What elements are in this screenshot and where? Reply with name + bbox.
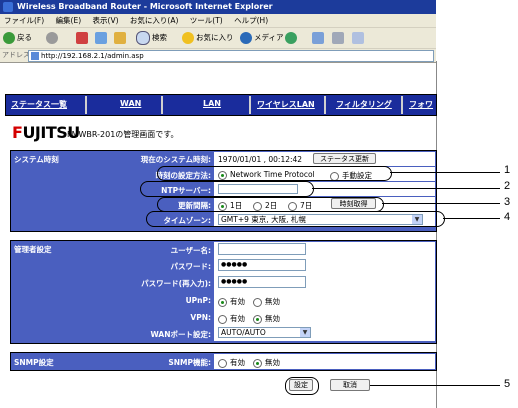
refresh-button[interactable] [95, 31, 109, 45]
menu-file[interactable]: ファイル(F) [4, 16, 44, 25]
nav-wan[interactable]: WAN [120, 99, 141, 108]
callout-oval-3 [157, 197, 384, 212]
callout-line-1 [390, 172, 500, 173]
callout-line-3 [382, 203, 500, 204]
forward-arrow-icon [46, 32, 58, 44]
mail-button[interactable] [312, 31, 326, 45]
snmp-section: SNMP設定 SNMP機能: 有効 無効 [10, 352, 437, 371]
edit-button[interactable] [352, 31, 366, 45]
nav-bar: ステータス一覧 WAN LAN ワイヤレスLAN フィルタリング フォワ [5, 94, 437, 116]
current-time-value: 1970/01/01 , 00:12:42 [218, 155, 303, 164]
menu-favorites[interactable]: お気に入り(A) [130, 16, 178, 25]
status-update-button[interactable]: ステータス更新 [313, 153, 376, 164]
favorites-button[interactable]: お気に入り [182, 31, 234, 45]
callout-oval-5 [285, 377, 319, 395]
callout-oval-4 [146, 211, 445, 227]
vpn-disable-radio[interactable]: 無効 [253, 313, 280, 324]
snmp-heading: SNMP設定 [14, 358, 54, 367]
snmp-func-label: SNMP機能: [168, 358, 211, 367]
callout-oval-1 [157, 166, 392, 181]
search-button[interactable]: 検索 [136, 31, 167, 45]
radio-icon [218, 314, 227, 324]
callout-oval-2 [140, 181, 314, 197]
menu-edit[interactable]: 編集(E) [56, 16, 82, 25]
nav-forwarding[interactable]: フォワ [409, 99, 433, 110]
chevron-down-icon: ▼ [300, 328, 310, 337]
username-label: ユーザー名: [170, 246, 211, 255]
radio-selected-icon [253, 358, 262, 368]
nav-lan[interactable]: LAN [203, 99, 221, 108]
radio-selected-icon [218, 297, 227, 307]
callout-line-4 [443, 218, 500, 219]
snmp-enable-radio[interactable]: 有効 [218, 357, 245, 368]
callout-number-2: 2 [504, 180, 511, 192]
media-icon [240, 32, 252, 44]
window-title-bar: Wireless Broadband Router - Microsoft In… [0, 0, 436, 14]
mail-icon [312, 32, 324, 44]
forward-button[interactable] [46, 31, 60, 45]
nav-wireless-lan[interactable]: ワイヤレスLAN [257, 99, 315, 110]
password-input[interactable]: ●●●●● [218, 259, 306, 271]
menu-tools[interactable]: ツール(T) [190, 16, 223, 25]
upnp-disable-radio[interactable]: 無効 [253, 296, 280, 307]
stop-icon [76, 32, 88, 44]
print-icon [332, 32, 344, 44]
wan-port-label: WANポート設定: [150, 330, 211, 339]
current-time-label: 現在のシステム時刻: [140, 155, 211, 164]
media-button[interactable]: メディア [240, 31, 283, 45]
wan-port-select[interactable]: AUTO/AUTO ▼ [218, 327, 311, 338]
password-label: パスワード: [170, 262, 212, 271]
password-confirm-input[interactable]: ●●●●● [218, 276, 306, 288]
home-button[interactable] [114, 31, 128, 45]
nav-status[interactable]: ステータス一覧 [11, 99, 67, 110]
menu-bar: ファイル(F) 編集(E) 表示(V) お気に入り(A) ツール(T) ヘルプ(… [0, 14, 436, 27]
menu-help[interactable]: ヘルプ(H) [234, 16, 268, 25]
nav-filtering[interactable]: フィルタリング [336, 99, 392, 110]
toolbar: 戻る 検索 お気に入り メディア [0, 27, 436, 48]
upnp-label: UPnP: [185, 296, 211, 305]
cancel-button[interactable]: 取消 [330, 379, 370, 391]
vpn-label: VPN: [190, 313, 211, 322]
address-url: http://192.168.2.1/admin.asp [41, 52, 144, 60]
snmp-disable-radio[interactable]: 無効 [253, 357, 280, 368]
admin-heading: 管理者設定 [14, 245, 52, 254]
system-time-heading: システム時刻 [14, 155, 59, 164]
stop-button[interactable] [76, 31, 90, 45]
back-arrow-icon [3, 32, 15, 44]
refresh-icon [95, 32, 107, 44]
callout-line-2 [312, 188, 500, 189]
vpn-enable-radio[interactable]: 有効 [218, 313, 245, 324]
callout-line-5 [370, 385, 500, 386]
menu-view[interactable]: 表示(V) [93, 16, 119, 25]
upnp-enable-radio[interactable]: 有効 [218, 296, 245, 307]
callout-number-4: 4 [504, 211, 511, 223]
print-button[interactable] [332, 31, 346, 45]
home-icon [114, 32, 126, 44]
radio-icon [253, 297, 262, 307]
ie-icon [3, 2, 13, 12]
history-button[interactable] [285, 31, 299, 45]
password-confirm-label: パスワード(再入力): [141, 279, 211, 288]
back-button[interactable]: 戻る [3, 31, 32, 45]
callout-number-3: 3 [504, 196, 511, 208]
callout-number-5: 5 [504, 378, 511, 390]
window-title: Wireless Broadband Router - Microsoft In… [17, 2, 273, 11]
page-subtitle: FMWBR-201の管理画面です。 [67, 130, 179, 139]
radio-icon [218, 358, 227, 368]
admin-section: 管理者設定 ユーザー名: パスワード: ●●●●● パスワード(再入力): ●●… [10, 240, 437, 344]
edit-icon [352, 32, 364, 44]
page-icon [31, 52, 39, 60]
username-input[interactable] [218, 243, 306, 255]
search-icon [136, 31, 150, 45]
history-icon [285, 32, 297, 44]
star-icon [182, 32, 194, 44]
radio-selected-icon [253, 314, 262, 324]
callout-number-1: 1 [504, 164, 511, 176]
